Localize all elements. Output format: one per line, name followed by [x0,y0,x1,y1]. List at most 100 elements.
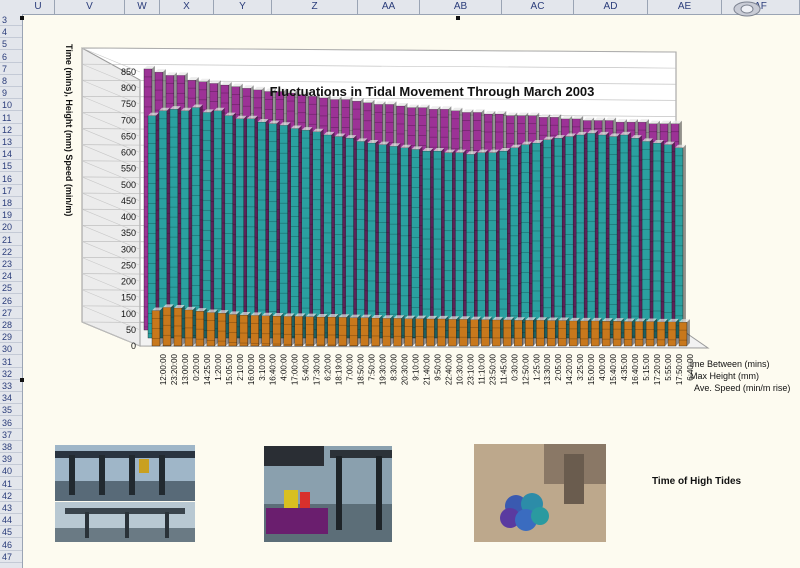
column-header-cell[interactable]: U [22,0,55,14]
bar-height[interactable] [411,146,423,339]
bar-height[interactable] [422,148,434,339]
row-header-cell[interactable]: 39 [0,453,22,466]
bar-speed[interactable] [645,318,657,347]
row-header-cell[interactable]: 6 [0,51,22,63]
bar-height[interactable] [334,133,346,339]
bar-front[interactable] [283,316,292,347]
bar-front[interactable] [371,317,380,347]
bar-front[interactable] [470,319,479,347]
bar-speed[interactable] [623,318,636,347]
bar-speed[interactable] [195,308,207,347]
row-header-cell[interactable]: 25 [0,282,22,295]
bar-front[interactable] [503,319,512,347]
bar-front[interactable] [663,144,673,339]
bar-front[interactable] [338,317,347,347]
bar-front[interactable] [630,137,640,339]
bar-height[interactable] [663,141,675,339]
row-header-cell[interactable]: 13 [0,136,22,148]
bar-front[interactable] [565,136,574,339]
bar-height[interactable] [543,136,555,339]
bar-front[interactable] [645,321,655,347]
bar-front[interactable] [525,320,534,347]
bar-front[interactable] [448,319,457,347]
bar-height[interactable] [389,143,401,339]
row-header-cell[interactable]: 21 [0,234,22,246]
row-header-cell[interactable]: 33 [0,380,22,392]
bar-height[interactable] [586,130,599,339]
bar-front[interactable] [345,137,354,339]
bar-speed[interactable] [612,318,625,347]
bar-height[interactable] [224,112,236,339]
bar-speed[interactable] [305,313,317,347]
bar-front[interactable] [162,307,172,347]
bar-speed[interactable] [547,317,559,347]
bar-front[interactable] [554,137,563,339]
bar-front[interactable] [547,320,556,347]
row-header-cell[interactable]: 16 [0,173,22,185]
column-header-cell[interactable]: Y [214,0,272,14]
bar-speed[interactable] [514,317,526,347]
bar-height[interactable] [180,107,192,339]
row-header-cell[interactable]: 22 [0,246,22,258]
bar-height[interactable] [323,131,335,339]
bar-height[interactable] [433,148,445,339]
row-header-cell[interactable]: 9 [0,87,22,100]
column-header-cell[interactable]: V [55,0,125,14]
row-header-cell[interactable]: 23 [0,258,22,270]
bar-front[interactable] [235,118,244,339]
row-header-cell[interactable]: 40 [0,465,22,478]
bar-front[interactable] [532,142,541,339]
bar-height[interactable] [290,125,302,339]
row-header-cell[interactable]: 24 [0,270,22,283]
column-header-cell[interactable]: AD [574,0,648,14]
bar-front[interactable] [378,144,387,339]
row-header-cell[interactable]: 12 [0,124,22,136]
row-header-cell[interactable]: 30 [0,343,22,356]
column-header-cell[interactable]: Z [272,0,358,14]
row-header-cell[interactable]: 35 [0,404,22,417]
bar-height[interactable] [597,131,610,339]
bar-speed[interactable] [525,317,537,347]
row-header-cell[interactable]: 8 [0,75,22,87]
bar-front[interactable] [279,125,288,339]
bar-speed[interactable] [338,314,350,347]
bar-height[interactable] [565,133,577,339]
bar-height[interactable] [235,115,247,339]
bar-height[interactable] [268,120,280,339]
row-header-cell[interactable]: 29 [0,331,22,344]
row-header-cell[interactable]: 17 [0,185,22,197]
bar-front[interactable] [173,307,183,347]
bar-front[interactable] [206,312,216,347]
bar-front[interactable] [404,318,413,347]
row-header-cell[interactable]: 34 [0,392,22,405]
row-header-cell[interactable]: 5 [0,38,22,51]
bar-height[interactable] [191,104,203,339]
bar-height[interactable] [147,112,159,339]
bar-height[interactable] [158,107,170,339]
bar-speed[interactable] [503,316,515,347]
bar-front[interactable] [312,131,321,339]
bar-speed[interactable] [239,312,251,347]
bar-front[interactable] [576,134,585,339]
bar-height[interactable] [488,149,500,339]
bar-front[interactable] [623,321,633,347]
bar-speed[interactable] [349,314,361,347]
bar-speed[interactable] [162,304,174,347]
bar-front[interactable] [514,320,523,347]
column-header-cell[interactable]: AE [648,0,722,14]
bar-speed[interactable] [569,317,581,347]
bar-front[interactable] [305,316,314,347]
bar-front[interactable] [195,310,205,347]
row-header-cell[interactable]: 45 [0,526,22,539]
bar-front[interactable] [608,136,618,339]
bar-height[interactable] [378,141,390,339]
bar-height[interactable] [356,138,368,339]
bar-height[interactable] [466,151,478,339]
bar-speed[interactable] [316,313,328,347]
bar-speed[interactable] [294,313,306,347]
bar-front[interactable] [158,110,168,339]
bar-front[interactable] [180,110,190,339]
row-header-cell[interactable]: 36 [0,417,22,429]
bar-speed[interactable] [437,315,449,347]
row-header-cell[interactable]: 41 [0,478,22,490]
